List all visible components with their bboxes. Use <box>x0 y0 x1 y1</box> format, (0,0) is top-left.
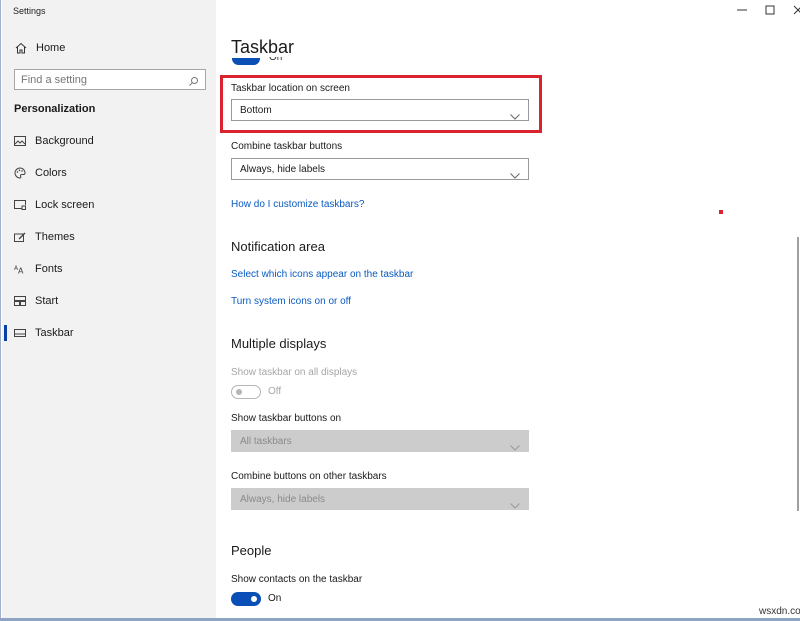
customize-taskbars-link[interactable]: How do I customize taskbars? <box>231 199 364 210</box>
chevron-down-icon <box>510 107 520 120</box>
sidebar-item-colors[interactable]: Colors <box>2 157 216 189</box>
people-heading: People <box>231 543 272 558</box>
chevron-down-icon <box>510 166 520 179</box>
notification-area-heading: Notification area <box>231 239 325 254</box>
combine-buttons-label: Combine taskbar buttons <box>231 141 343 152</box>
sidebar-item-label: Lock screen <box>35 199 95 211</box>
dropdown-value: All taskbars <box>240 435 292 447</box>
settings-window: Settings Home Find a setting Personaliza… <box>0 0 800 618</box>
lock-screen-icon <box>14 199 26 211</box>
section-label-personalization: Personalization <box>14 103 96 115</box>
themes-icon <box>14 231 26 243</box>
sidebar-item-label: Start <box>35 295 59 307</box>
sidebar-item-label: Background <box>35 135 94 147</box>
start-icon <box>14 295 26 307</box>
sidebar-item-start[interactable]: Start <box>2 285 216 317</box>
sidebar-item-label: Colors <box>35 167 67 179</box>
sidebar-item-label: Themes <box>35 231 75 243</box>
scrollbar[interactable] <box>797 237 799 511</box>
app-title: Settings <box>13 6 46 16</box>
picture-icon <box>14 135 26 147</box>
annotation-dot <box>719 210 723 214</box>
minimize-icon <box>737 2 747 20</box>
show-all-displays-label: Show taskbar on all displays <box>231 367 358 378</box>
sidebar-home[interactable]: Home <box>14 40 65 56</box>
page-title: Taskbar <box>231 37 295 57</box>
dropdown-value: Always, hide labels <box>240 163 326 175</box>
show-contacts-toggle[interactable] <box>231 592 261 606</box>
search-placeholder: Find a setting <box>21 73 88 86</box>
close-icon <box>793 2 800 20</box>
scrolled-toggle[interactable] <box>232 58 260 66</box>
palette-icon <box>14 167 26 179</box>
taskbar-location-label: Taskbar location on screen <box>231 83 350 94</box>
search-input[interactable]: Find a setting <box>14 69 206 90</box>
dropdown-value: Bottom <box>240 104 272 116</box>
sidebar-item-taskbar[interactable]: Taskbar <box>2 317 216 349</box>
watermark: wsxdn.com <box>759 606 800 617</box>
svg-text:A: A <box>18 267 24 275</box>
minimize-button[interactable] <box>728 2 756 20</box>
sidebar-item-label: Fonts <box>35 263 63 275</box>
show-all-displays-toggle[interactable] <box>231 385 261 399</box>
sidebar-item-label: Taskbar <box>35 327 74 339</box>
show-contacts-label: Show contacts on the taskbar <box>231 574 363 585</box>
close-button[interactable] <box>784 2 800 20</box>
home-icon <box>14 41 28 55</box>
sidebar: Settings Home Find a setting Personaliza… <box>2 0 216 618</box>
home-label: Home <box>36 42 66 54</box>
chevron-down-icon <box>510 496 520 509</box>
sidebar-item-background[interactable]: Background <box>2 125 216 157</box>
sidebar-item-lock-screen[interactable]: Lock screen <box>2 189 216 221</box>
maximize-button[interactable] <box>756 2 784 20</box>
select-icons-link[interactable]: Select which icons appear on the taskbar <box>231 269 413 280</box>
combine-other-label: Combine buttons on other taskbars <box>231 471 387 482</box>
main-content: Taskbar On Taskbar location on screen Bo… <box>216 0 800 618</box>
show-buttons-on-dropdown[interactable]: All taskbars <box>231 430 529 452</box>
sidebar-item-themes[interactable]: Themes <box>2 221 216 253</box>
show-buttons-on-label: Show taskbar buttons on <box>231 413 342 424</box>
system-icons-link[interactable]: Turn system icons on or off <box>231 296 351 307</box>
multiple-displays-heading: Multiple displays <box>231 336 327 351</box>
scrolled-toggle-label: On <box>269 57 283 63</box>
sidebar-item-fonts[interactable]: AA Fonts <box>2 253 216 285</box>
maximize-icon <box>765 2 775 20</box>
combine-buttons-dropdown[interactable]: Always, hide labels <box>231 158 529 180</box>
chevron-down-icon <box>510 438 520 451</box>
taskbar-location-dropdown[interactable]: Bottom <box>231 99 529 121</box>
taskbar-icon <box>14 327 26 339</box>
show-contacts-state: On <box>268 593 282 604</box>
sidebar-nav: Background Colors Lock screen Themes A A… <box>2 125 216 349</box>
dropdown-value: Always, hide labels <box>240 493 326 505</box>
search-icon[interactable] <box>188 74 199 86</box>
combine-other-dropdown[interactable]: Always, hide labels <box>231 488 529 510</box>
show-all-displays-state: Off <box>268 386 282 397</box>
fonts-icon: AA <box>14 263 26 275</box>
